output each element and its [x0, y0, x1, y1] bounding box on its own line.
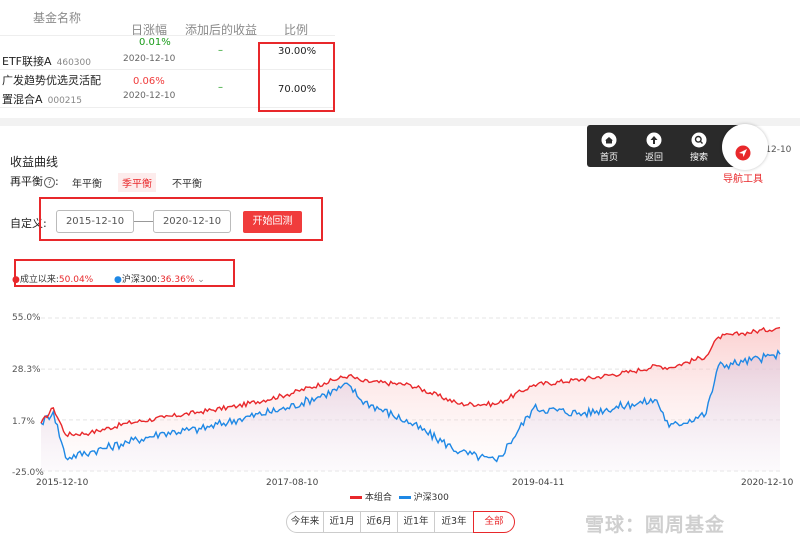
nav-home[interactable]: 首页	[589, 125, 629, 167]
rebalance-option-none[interactable]: 不平衡	[168, 173, 206, 192]
series-area	[41, 327, 780, 471]
table-divider	[0, 35, 335, 36]
fund-name-line1[interactable]: 广发趋势优选灵活配	[2, 73, 118, 88]
table-row[interactable]: ETF联接A 460300	[2, 50, 91, 69]
chart-areas	[41, 327, 780, 471]
range-button-6m[interactable]: 近6月	[360, 511, 398, 533]
range-button-1m[interactable]: 近1月	[323, 511, 361, 533]
rebalance-option-quarterly[interactable]: 季平衡	[118, 173, 156, 192]
navigation-arrow-icon	[735, 145, 751, 161]
rebalance-label: 再平衡?:	[10, 175, 59, 188]
fund-code: 460300	[56, 58, 91, 68]
highlight-box-custom	[39, 197, 323, 241]
fund-date: 2020-12-10	[123, 91, 176, 101]
home-icon	[601, 132, 617, 148]
nav-tool-button[interactable]	[722, 124, 768, 170]
nav-tool-label: 导航工具	[723, 174, 763, 185]
return-chart	[40, 317, 781, 472]
range-button-3y[interactable]: 近3年	[434, 511, 474, 533]
fund-added-return: –	[218, 82, 223, 93]
highlight-box-legend	[14, 259, 235, 287]
legend-series-name[interactable]: 沪深300	[414, 493, 449, 503]
legend-swatch	[398, 496, 411, 499]
range-button-1y[interactable]: 近1年	[397, 511, 435, 533]
header-fund-name: 基金名称	[33, 11, 82, 25]
range-button-all[interactable]: 全部	[473, 511, 515, 533]
x-tick-label: 2015-12-10	[36, 478, 89, 488]
help-icon[interactable]: ?	[44, 177, 55, 188]
legend-swatch	[350, 496, 362, 499]
legend-series-name[interactable]: 本组合	[365, 493, 392, 503]
y-tick-label: -25.0%	[12, 468, 44, 478]
nav-back[interactable]: 返回	[634, 125, 674, 167]
range-button-ytd[interactable]: 今年来	[286, 511, 324, 533]
table-row[interactable]: 广发趋势优选灵活配 置混合A 000215	[2, 73, 118, 107]
fund-added-return: –	[218, 45, 223, 56]
y-tick-label: 1.7%	[12, 417, 35, 427]
arrow-up-icon	[646, 132, 662, 148]
fund-name[interactable]: ETF联接A	[2, 55, 52, 68]
fund-name-line2[interactable]: 置混合A	[2, 93, 43, 106]
x-tick-label: 2020-12-10	[741, 478, 794, 488]
curve-title: 收益曲线	[10, 155, 59, 169]
rebalance-option-yearly[interactable]: 年平衡	[68, 173, 106, 192]
y-tick-label: 28.3%	[12, 365, 41, 375]
y-tick-label: 55.0%	[12, 313, 41, 323]
highlight-box-ratio	[258, 42, 335, 112]
x-tick-label: 2017-08-10	[266, 478, 319, 488]
x-tick-label: 2019-04-11	[512, 478, 565, 488]
fund-daily-change: 0.01%	[139, 37, 171, 48]
fund-daily-change: 0.06%	[133, 76, 165, 87]
fund-date: 2020-12-10	[123, 54, 176, 64]
chart-legend: 本组合 沪深300	[350, 490, 449, 503]
fund-code: 000215	[47, 96, 82, 106]
search-icon	[691, 132, 707, 148]
page-root: 基金名称 日涨幅 添加后的收益 比例 ETF联接A 460300 0.01% 2…	[0, 0, 800, 547]
nav-search[interactable]: 搜索	[679, 125, 719, 167]
watermark: 雪球：圆周基金	[585, 514, 726, 536]
